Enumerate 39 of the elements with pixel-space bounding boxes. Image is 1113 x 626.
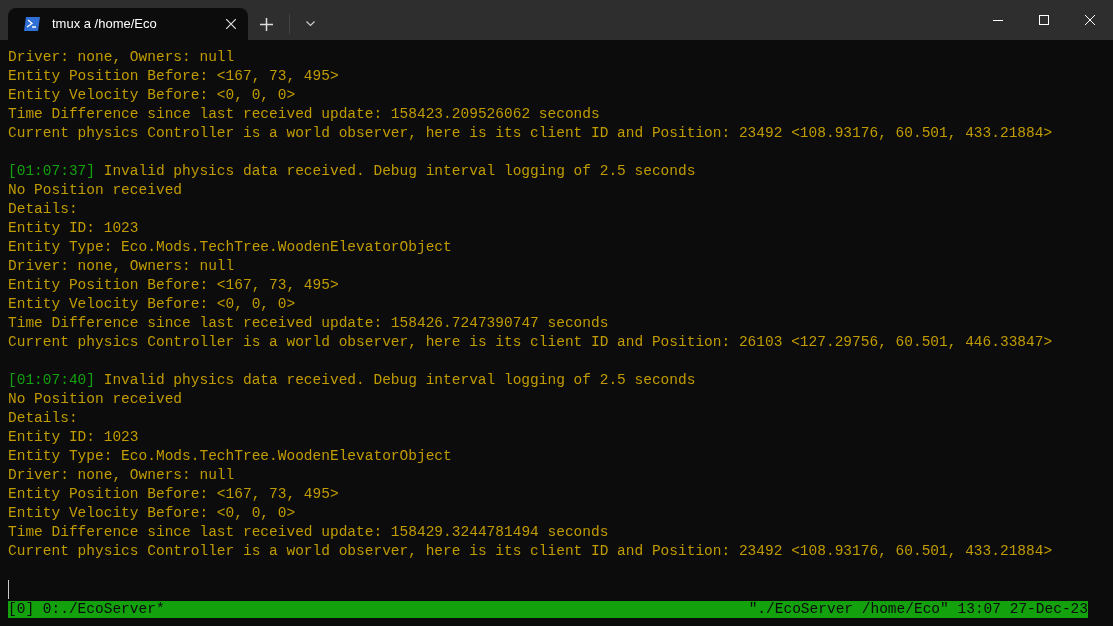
maximize-icon[interactable] [1039,15,1049,25]
log-line: Entity Velocity Before: <0, 0, 0> [8,504,296,523]
log-line: No Position received [8,390,183,409]
tab-title: tmux a /home/Eco [52,15,158,34]
log-line: Invalid physics data received. Debug interval logging of 2.5 seconds [103,162,696,181]
tab[interactable]: tmux a /home/Eco [8,8,248,40]
log-line: Entity Position Before: <167, 73, 495> [8,67,339,86]
log-line: Current physics Controller is a world observer, here is its client ID and Position: 26103 <127.29756, 60.501, 446.33847> [8,333,1053,352]
text-cursor [8,580,9,599]
status-right: "./EcoServer /home/Eco" 13:07 27-Dec-23 [748,601,1088,618]
close-window-icon[interactable] [1085,15,1095,25]
log-line: Entity Velocity Before: <0, 0, 0> [8,86,296,105]
log-line: Entity Position Before: <167, 73, 495> [8,485,339,504]
minimize-icon[interactable] [993,19,1003,21]
terminal-icon [24,17,40,31]
log-line: Details: [8,200,78,219]
log-line: Details: [8,409,78,428]
timestamp: [01:07:37] [8,162,95,181]
log-line: Entity Type: Eco.Mods.TechTree.WoodenElevatorObject [8,447,452,466]
status-left: [0] 0:./EcoServer* [8,601,165,618]
log-line: Entity Position Before: <167, 73, 495> [8,276,339,295]
close-icon[interactable] [226,19,236,29]
log-line: Time Difference since last received update: 158426.7247390747 seconds [8,314,609,333]
log-line: Entity Velocity Before: <0, 0, 0> [8,295,296,314]
log-line: Driver: none, Owners: null [8,466,235,485]
log-line: Entity ID: 1023 [8,219,139,238]
log-line: Time Difference since last received update: 158423.209526062 seconds [8,105,600,124]
log-line: Current physics Controller is a world observer, here is its client ID and Position: 23492 <108.93176, 60.501, 433.21884> [8,542,1053,561]
log-line: Invalid physics data received. Debug interval logging of 2.5 seconds [103,371,696,390]
chevron-down-icon[interactable] [306,21,315,27]
log-line: Current physics Controller is a world observer, here is its client ID and Position: 23492 <108.93176, 60.501, 433.21884> [8,124,1053,143]
log-line: Entity Type: Eco.Mods.TechTree.WoodenElevatorObject [8,238,452,257]
log-line: Driver: none, Owners: null [8,48,235,67]
log-line: Time Difference since last received update: 158429.3244781494 seconds [8,523,609,542]
log-line: Driver: none, Owners: null [8,257,235,276]
log-line: Entity ID: 1023 [8,428,139,447]
timestamp: [01:07:40] [8,371,95,390]
log-line: No Position received [8,181,183,200]
plus-icon[interactable] [260,17,273,31]
